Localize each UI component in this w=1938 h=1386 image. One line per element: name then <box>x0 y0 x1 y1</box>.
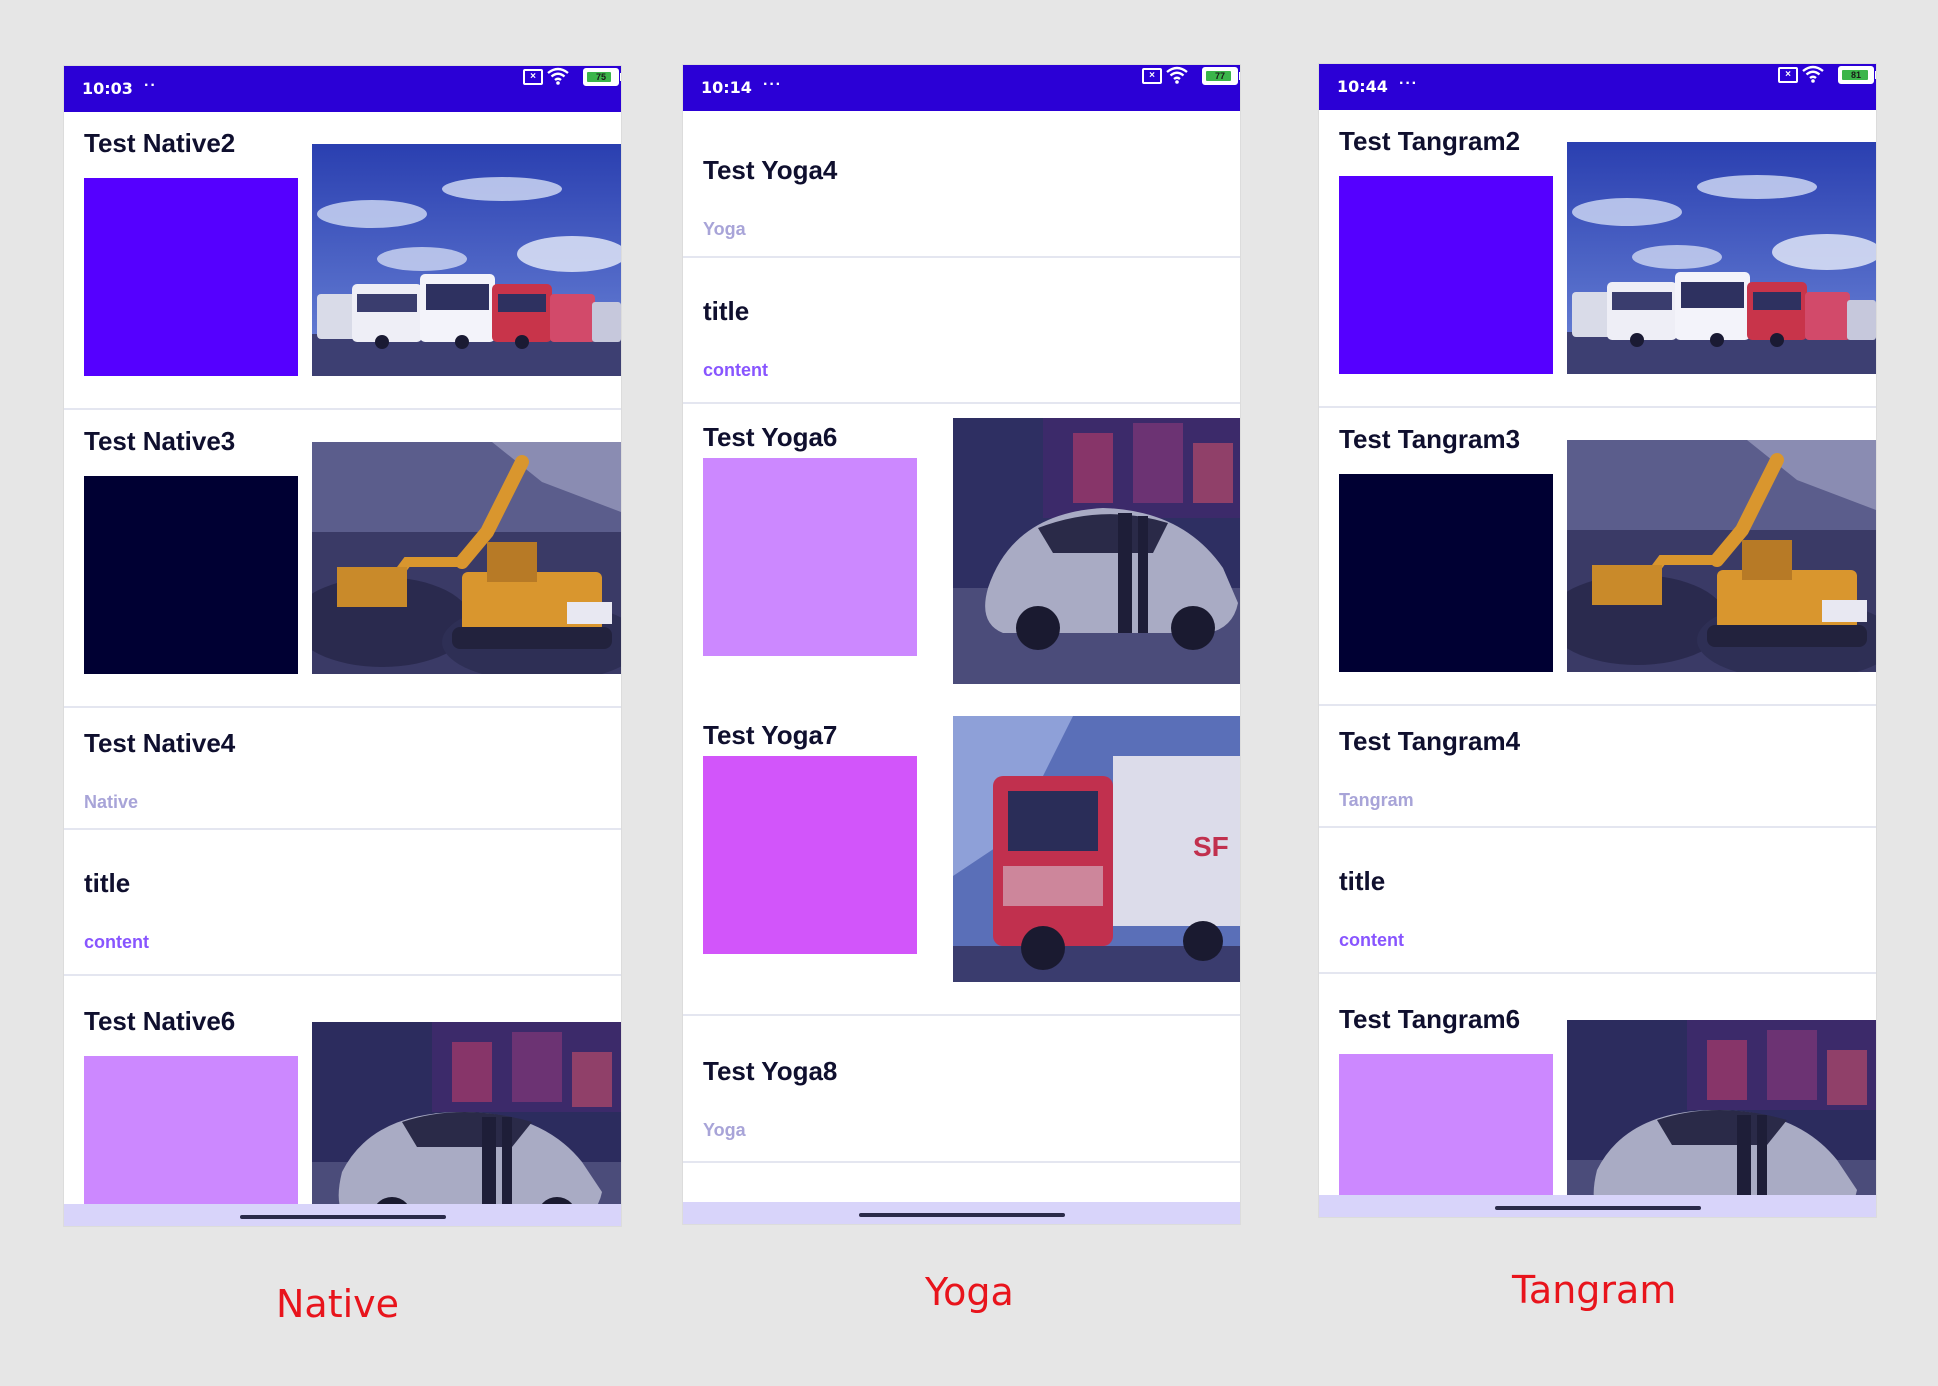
caption-tangram: Tangram <box>1512 1268 1677 1312</box>
item-title: Test Native4 <box>84 728 236 758</box>
bus-photo <box>312 144 621 376</box>
battery-icon: 81 <box>1838 66 1876 84</box>
item-subtitle: Yoga <box>703 219 746 239</box>
item-subtitle: Yoga <box>703 1120 746 1140</box>
battery-percent: 81 <box>1850 70 1861 80</box>
list-item[interactable]: Test Native3 <box>64 410 621 708</box>
bus-photo <box>1567 142 1876 374</box>
item-title: Test Yoga6 <box>703 422 838 452</box>
list-item[interactable]: Test Tangram3 <box>1319 408 1876 706</box>
home-handle[interactable] <box>240 1215 446 1219</box>
item-title: Test Yoga4 <box>703 155 838 185</box>
sportscar-photo <box>1567 1020 1876 1217</box>
list-item[interactable]: Test Native4 Native <box>64 708 621 830</box>
battery-icon: 77 <box>1202 67 1240 85</box>
feed-list[interactable]: Test Tangram2 Test Tangram3 Test Tangram… <box>1319 110 1876 1217</box>
item-title: Test Native2 <box>84 128 236 158</box>
wifi-icon <box>1166 66 1188 84</box>
home-handle[interactable] <box>1495 1206 1701 1210</box>
item-subtitle: content <box>1339 930 1404 950</box>
color-swatch <box>1339 176 1553 374</box>
sim-card-icon: × <box>1778 67 1798 83</box>
color-swatch <box>703 458 917 656</box>
sportscar-photo <box>953 418 1240 684</box>
wifi-icon <box>1802 65 1824 83</box>
list-item[interactable]: Test Tangram4 Tangram <box>1319 706 1876 828</box>
status-time: 10:14 <box>701 78 752 97</box>
phone-native: 10:03 ·· × 75 Test Native2 Test Native3 … <box>64 66 621 1226</box>
item-title: Test Native6 <box>84 1006 236 1036</box>
item-title: Test Tangram3 <box>1339 424 1521 454</box>
list-item[interactable]: title content <box>64 830 621 976</box>
list-item[interactable]: Test Yoga8 Yoga <box>683 1016 1240 1163</box>
status-time: 10:03 <box>82 79 133 98</box>
excavator-photo <box>1567 440 1876 672</box>
list-item[interactable]: Test Native2 <box>64 112 621 410</box>
svg-text:SF: SF <box>1193 831 1229 862</box>
battery-icon: 75 <box>583 68 621 86</box>
item-title: title <box>1339 866 1386 896</box>
item-title: Test Tangram6 <box>1339 1004 1521 1034</box>
wifi-icon <box>547 67 569 85</box>
color-swatch <box>1339 1054 1553 1217</box>
item-subtitle: content <box>84 932 149 952</box>
color-swatch <box>84 1056 298 1226</box>
color-swatch <box>703 756 917 954</box>
color-swatch <box>84 178 298 376</box>
status-bar: 10:44 ··· × 81 <box>1319 64 1876 110</box>
status-time: 10:44 <box>1337 77 1388 96</box>
excavator-photo <box>312 442 621 674</box>
truck-photo: SF <box>953 716 1240 982</box>
list-item[interactable]: Test Tangram2 <box>1319 110 1876 408</box>
navigation-bar <box>64 1204 621 1226</box>
list-item[interactable]: title content <box>1319 828 1876 974</box>
battery-percent: 75 <box>595 72 606 82</box>
color-swatch <box>1339 474 1553 672</box>
caption-yoga: Yoga <box>925 1270 1014 1314</box>
sportscar-photo <box>312 1022 621 1226</box>
item-title: title <box>703 296 750 326</box>
status-dots: ·· <box>144 77 157 94</box>
item-title: Test Tangram2 <box>1339 126 1521 156</box>
list-item[interactable]: title content <box>683 258 1240 404</box>
item-title: Test Native3 <box>84 426 236 456</box>
status-dots: ··· <box>763 76 782 93</box>
phone-tangram: 10:44 ··· × 81 Test Tangram2 Test Tangra… <box>1319 64 1876 1217</box>
status-dots: ··· <box>1399 75 1418 92</box>
item-subtitle: content <box>703 360 768 380</box>
sim-card-icon: × <box>523 69 543 85</box>
list-item[interactable]: Test Yoga6 <box>683 404 1240 702</box>
list-item[interactable]: Test Yoga4 Yoga <box>683 111 1240 258</box>
caption-native: Native <box>276 1282 400 1326</box>
phone-yoga: 10:14 ··· × 77 Test Yoga4 Yoga title con… <box>683 65 1240 1224</box>
color-swatch <box>84 476 298 674</box>
item-title: Test Tangram4 <box>1339 726 1521 756</box>
home-handle[interactable] <box>859 1213 1065 1217</box>
item-subtitle: Native <box>84 792 139 812</box>
item-subtitle: Tangram <box>1339 790 1414 810</box>
status-bar: 10:03 ·· × 75 <box>64 66 621 112</box>
list-item[interactable]: Test Tangram6 <box>1319 974 1876 1217</box>
sim-card-icon: × <box>1142 68 1162 84</box>
list-item[interactable]: Test Native6 <box>64 976 621 1226</box>
status-bar: 10:14 ··· × 77 <box>683 65 1240 111</box>
item-title: Test Yoga7 <box>703 720 838 750</box>
navigation-bar <box>683 1202 1240 1224</box>
navigation-bar <box>1319 1195 1876 1217</box>
battery-percent: 77 <box>1214 71 1225 81</box>
feed-list[interactable]: Test Yoga4 Yoga title content Test Yoga6 <box>683 111 1240 1224</box>
item-title: Test Yoga8 <box>703 1056 838 1086</box>
list-item[interactable]: Test Yoga7 SF <box>683 702 1240 1016</box>
item-title: title <box>84 868 131 898</box>
feed-list[interactable]: Test Native2 Test Native3 Test Native4 N… <box>64 112 621 1226</box>
